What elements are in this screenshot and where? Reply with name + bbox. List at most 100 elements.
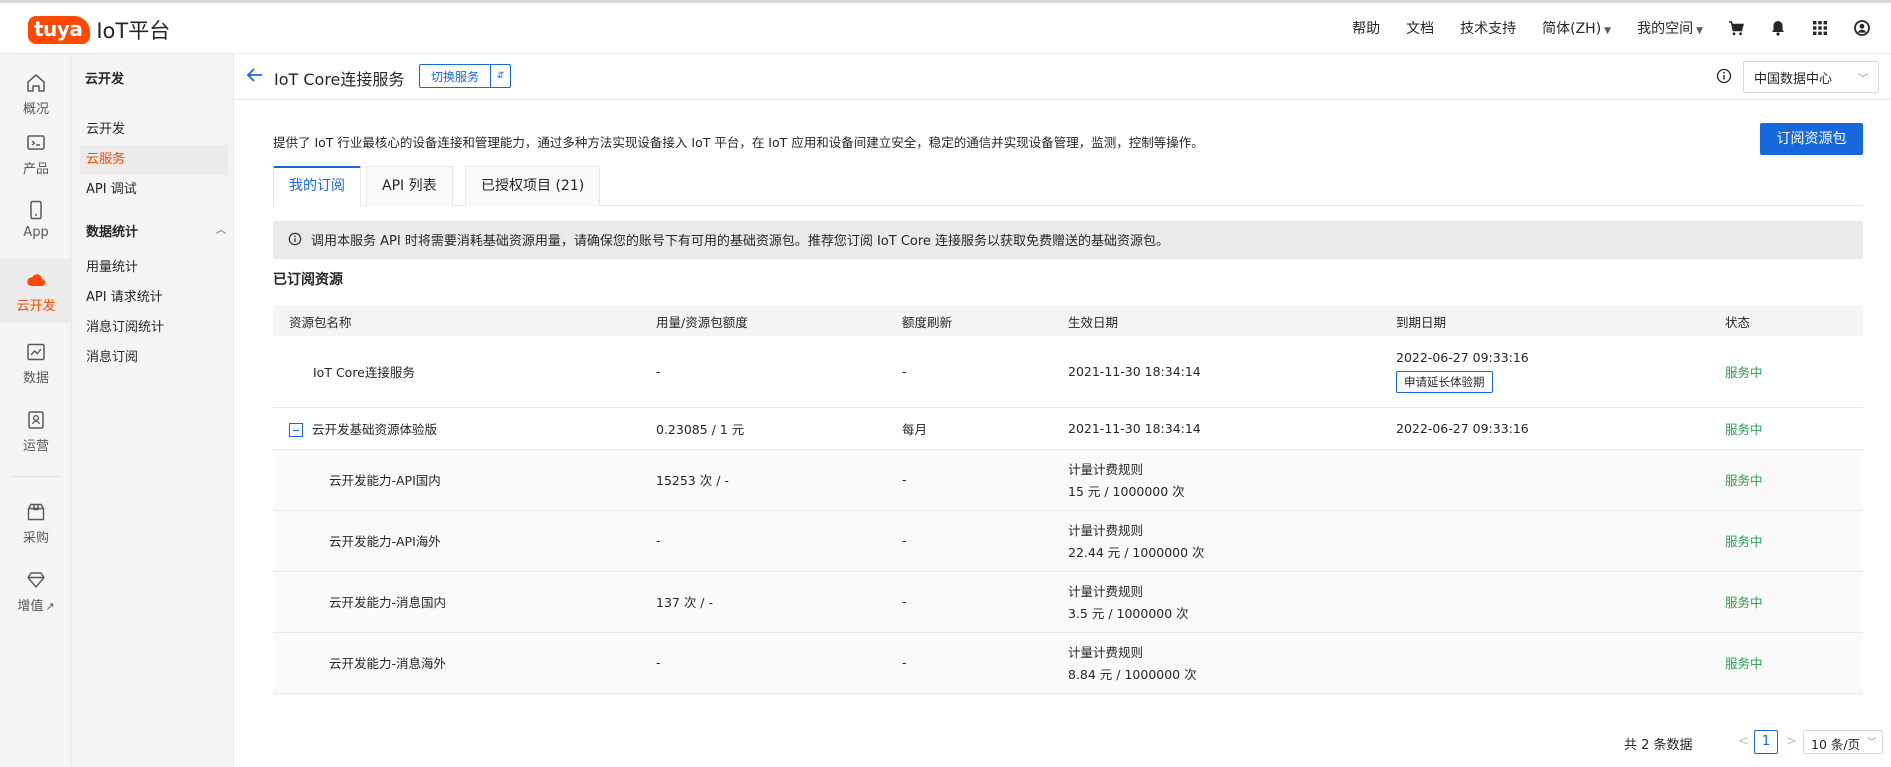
sidebar-group-label: 数据统计 [86,225,139,240]
rail-item-value-added[interactable]: 增值 ↗ [0,559,72,621]
cell-billing-rule: 计量计费规则 22.44 元 / 1000000 次 [1068,510,1396,572]
cell-end-date: 2022-06-27 09:33:16 [1396,407,1725,450]
rail-item-app[interactable]: App [0,189,72,251]
cell-end-date [1396,632,1725,694]
switch-service-label: 切换服务 [431,70,480,84]
tab-api-list[interactable]: API 列表 [366,166,453,206]
row-name-text: 云开发基础资源体验版 [312,421,438,437]
workspace-label: 我的空间 [1637,21,1694,37]
page-title: IoT Core连接服务 [274,70,405,89]
cell-start-date: 2021-11-30 18:34:14 [1068,336,1396,408]
pagination-total: 共 2 条数据 [1624,738,1693,753]
apps-grid-icon[interactable] [1811,19,1829,37]
tab-authorized-projects[interactable]: 已授权项目 (21) [465,166,601,206]
sidebar-item-message-sub[interactable]: 消息订阅 [80,343,228,373]
tabs: 我的订阅 API 列表 已授权项目 (21) [273,166,1863,207]
subscribe-package-button[interactable]: 订阅资源包 [1760,123,1863,155]
rail-item-data[interactable]: 数据 [0,331,72,393]
nav-help[interactable]: 帮助 [1352,18,1380,38]
rail-item-operations[interactable]: 运营 [0,399,72,461]
rail-label: 运营 [22,439,49,454]
rail-item-cloud-dev[interactable]: 云开发 [0,259,72,323]
language-label: 简体(ZH) [1542,21,1602,37]
page-number-button[interactable]: 1 [1754,730,1778,754]
rail-label: 概况 [22,102,49,117]
sidebar-item-cloud-dev[interactable]: 云开发 [80,115,228,145]
sidebar-item-cloud-service[interactable]: 云服务 [80,145,228,175]
column-header: 用量/资源包额度 [656,306,902,336]
table-row: 云开发能力-消息海外 - - 计量计费规则 8.84 元 / 1000000 次… [273,632,1863,694]
table-row: 云开发基础资源体验版 0.23085 / 1 元 每月 2021-11-30 1… [273,407,1863,450]
phone-icon [30,200,42,220]
column-header: 生效日期 [1068,306,1396,336]
extend-trial-button[interactable]: 申请延长体验期 [1396,370,1493,393]
cell-name: 云开发能力-消息国内 [273,571,656,633]
section-title: 已订阅资源 [273,272,343,288]
cell-billing-rule: 计量计费规则 8.84 元 / 1000000 次 [1068,632,1396,694]
caret-down-icon: ▼ [1604,26,1612,36]
nav-docs[interactable]: 文档 [1406,18,1434,38]
logo[interactable]: tuya IoT平台 [28,15,170,45]
external-link-icon: ↗ [45,600,55,613]
chevron-up-icon: ︿ [216,225,226,236]
cell-usage: - [656,336,902,408]
cell-name: 云开发能力-API国内 [273,449,656,511]
column-header: 到期日期 [1396,306,1725,336]
cell-end-date [1396,510,1725,572]
cart-icon[interactable] [1727,19,1745,37]
rail-label: 数据 [22,371,49,386]
sidebar-item-usage-stats[interactable]: 用量统计 [80,253,228,283]
cell-billing-rule: 计量计费规则 15 元 / 1000000 次 [1068,449,1396,511]
region-value: 中国数据中心 [1754,72,1833,87]
rail-label: 产品 [22,162,49,177]
logo-badge: tuya [28,16,91,44]
language-select[interactable]: 简体(ZH) ▼ [1542,18,1611,38]
billing-rule-title: 计量计费规则 [1068,462,1144,477]
cell-usage: 137 次 / - [656,571,902,633]
logo-text: IoT平台 [96,19,171,43]
sidebar-item-message-sub-stats[interactable]: 消息订阅统计 [80,313,228,343]
bell-icon[interactable] [1769,19,1787,37]
rail-item-overview[interactable]: 概况 [0,62,72,124]
table-header-row: 资源包名称 用量/资源包额度 额度刷新 生效日期 到期日期 状态 [273,306,1863,336]
page-size-select[interactable]: 10 条/页 ﹀ [1803,730,1883,754]
cell-start-date: 2021-11-30 18:34:14 [1068,407,1396,450]
caret-down-icon: ▼ [1696,26,1703,36]
cell-refresh: - [902,449,1068,511]
prev-page-button[interactable]: < [1738,734,1749,749]
tab-my-subscriptions[interactable]: 我的订阅 [273,166,361,207]
sidebar: 云开发 云开发 云服务 API 调试 数据统计 ︿ 用量统计 API 请求统计 … [72,54,234,767]
user-avatar-icon[interactable] [1853,19,1871,37]
switch-service-button[interactable]: 切换服务 ⇵ [419,64,512,88]
cell-name: 云开发能力-消息海外 [273,632,656,694]
region-select[interactable]: 中国数据中心 ﹀ [1743,61,1879,93]
top-nav: 帮助 文档 技术支持 简体(ZH) ▼ 我的空间 ▼ [1326,18,1871,38]
cell-refresh: - [902,336,1068,408]
cell-name: 云开发能力-API海外 [273,510,656,572]
status-badge: 服务中 [1725,510,1863,572]
home-icon [27,74,45,92]
nav-support[interactable]: 技术支持 [1460,18,1516,38]
sidebar-group-data-stats[interactable]: 数据统计 ︿ [86,221,226,240]
subscribed-resources-table: 资源包名称 用量/资源包额度 额度刷新 生效日期 到期日期 状态 IoT Cor… [273,306,1863,694]
pagination: 共 2 条数据 < 1 > 10 条/页 ﹀ [1624,730,1883,756]
rail-label: 云开发 [16,299,56,314]
rail-item-purchase[interactable]: 采购 [0,491,72,553]
main-content: 提供了 IoT 行业最核心的设备连接和管理能力，通过多种方法实现设备接入 IoT… [234,100,1891,767]
rail-label: 采购 [22,531,49,546]
table-row: IoT Core连接服务 - - 2021-11-30 18:34:14 202… [273,336,1863,408]
next-page-button[interactable]: > [1786,734,1797,749]
workspace-menu[interactable]: 我的空间 ▼ [1637,18,1703,38]
cell-usage: - [656,510,902,572]
billing-rule-value: 22.44 元 / 1000000 次 [1068,545,1205,560]
rail-item-product[interactable]: 产品 [0,122,72,184]
status-badge: 服务中 [1725,632,1863,694]
back-arrow-icon[interactable] [246,67,264,83]
sidebar-item-api-request-stats[interactable]: API 请求统计 [80,283,228,313]
table-row: 云开发能力-消息国内 137 次 / - - 计量计费规则 3.5 元 / 10… [273,571,1863,633]
sidebar-item-api-debug[interactable]: API 调试 [80,175,228,205]
collapse-row-icon[interactable] [289,422,303,437]
info-icon[interactable] [1716,68,1732,84]
cell-refresh: - [902,632,1068,694]
billing-rule-title: 计量计费规则 [1068,523,1144,538]
